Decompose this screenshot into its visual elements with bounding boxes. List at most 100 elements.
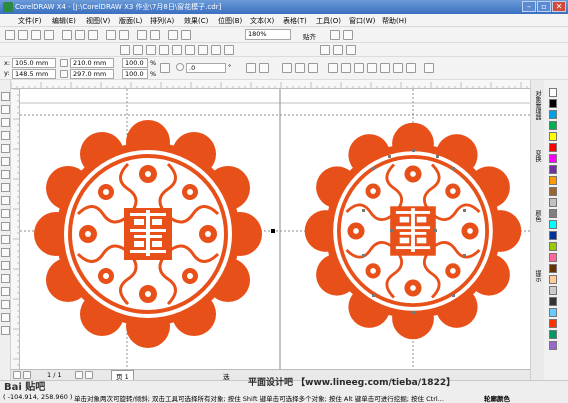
fill-tool-icon[interactable] <box>1 313 10 322</box>
x-position-field[interactable]: 105.0 mm <box>12 58 56 68</box>
palette-swatch[interactable] <box>549 319 557 328</box>
drawing-canvas[interactable] <box>20 89 530 369</box>
text-tool-icon[interactable] <box>1 222 10 231</box>
export-icon[interactable] <box>150 30 160 40</box>
import-icon[interactable] <box>137 30 147 40</box>
palette-swatch[interactable] <box>549 341 557 350</box>
zoom-tool-icon[interactable] <box>133 45 143 55</box>
undo-icon[interactable] <box>106 30 116 40</box>
create-boundary-icon[interactable] <box>406 63 416 73</box>
close-button[interactable]: ✕ <box>552 1 566 12</box>
next-page-icon[interactable] <box>75 371 83 379</box>
interactive-fill-icon[interactable] <box>346 45 356 55</box>
lock-ratio-icon[interactable] <box>160 63 170 73</box>
height-field[interactable]: 297.0 mm <box>70 69 114 79</box>
docker-tab-3[interactable]: 提示 <box>533 270 542 282</box>
weld-icon[interactable] <box>328 63 338 73</box>
menu-item-2[interactable]: 视图(V) <box>86 16 110 26</box>
polygon-tool-icon[interactable] <box>1 196 10 205</box>
paste-icon[interactable] <box>88 30 98 40</box>
shape-tool-icon[interactable] <box>120 45 130 55</box>
print-icon[interactable] <box>44 30 54 40</box>
menu-item-4[interactable]: 排列(A) <box>150 16 174 26</box>
palette-swatch[interactable] <box>549 275 557 284</box>
ellipse-tool-icon[interactable] <box>1 183 10 192</box>
eyedropper-icon[interactable] <box>1 287 10 296</box>
rectangle-tool-icon[interactable] <box>1 170 10 179</box>
pick-tool-icon[interactable] <box>1 92 10 101</box>
application-launcher-icon[interactable] <box>168 30 178 40</box>
crop-tool-icon[interactable] <box>1 118 10 127</box>
maximize-button[interactable]: ▫ <box>537 1 551 12</box>
y-position-field[interactable]: 148.5 mm <box>12 69 56 79</box>
menu-item-10[interactable]: 窗口(W) <box>349 16 375 26</box>
ungroup-icon[interactable] <box>295 63 305 73</box>
coreldraw-app-icon[interactable] <box>3 2 13 12</box>
docker-tab-2[interactable]: 颜色 <box>533 210 542 222</box>
horizontal-ruler[interactable] <box>11 80 530 89</box>
palette-swatch[interactable] <box>549 308 557 317</box>
palette-swatch[interactable] <box>549 110 557 119</box>
rotation-angle-field[interactable]: .0 <box>186 63 226 73</box>
menu-item-9[interactable]: 工具(O) <box>316 16 341 26</box>
palette-swatch[interactable] <box>549 264 557 273</box>
palette-swatch[interactable] <box>549 330 557 339</box>
trim-icon[interactable] <box>341 63 351 73</box>
rectangle-tool-icon[interactable] <box>159 45 169 55</box>
redo-icon[interactable] <box>119 30 129 40</box>
papercut-design-left[interactable] <box>34 120 262 348</box>
connector-tool-icon[interactable] <box>1 261 10 270</box>
table-tool-icon[interactable] <box>1 235 10 244</box>
menu-item-8[interactable]: 表格(T) <box>283 16 307 26</box>
palette-swatch[interactable] <box>549 88 557 97</box>
new-document-icon[interactable] <box>5 30 15 40</box>
mirror-horizontal-icon[interactable] <box>246 63 256 73</box>
palette-swatch[interactable] <box>549 187 557 196</box>
menu-item-3[interactable]: 版面(L) <box>119 16 142 26</box>
group-icon[interactable] <box>282 63 292 73</box>
smart-fill-icon[interactable] <box>1 157 10 166</box>
palette-swatch[interactable] <box>549 231 557 240</box>
zoom-tool-icon[interactable] <box>1 131 10 140</box>
menu-item-5[interactable]: 效果(C) <box>184 16 208 26</box>
palette-swatch[interactable] <box>549 242 557 251</box>
options-icon[interactable] <box>343 30 353 40</box>
cut-icon[interactable] <box>62 30 72 40</box>
palette-swatch[interactable] <box>549 121 557 130</box>
menu-item-6[interactable]: 位图(B) <box>218 16 242 26</box>
last-page-icon[interactable] <box>85 371 93 379</box>
papercut-design-right[interactable] <box>304 122 522 340</box>
freehand-tool-icon[interactable] <box>146 45 156 55</box>
palette-swatch[interactable] <box>549 198 557 207</box>
palette-swatch[interactable] <box>549 220 557 229</box>
menu-item-11[interactable]: 帮助(H) <box>382 16 407 26</box>
outline-pen-icon[interactable] <box>1 300 10 309</box>
blend-tool-icon[interactable] <box>1 274 10 283</box>
palette-swatch[interactable] <box>549 154 557 163</box>
blend-tool-icon[interactable] <box>320 45 330 55</box>
back-minus-front-icon[interactable] <box>393 63 403 73</box>
palette-swatch[interactable] <box>549 297 557 306</box>
freehand-tool-icon[interactable] <box>1 144 10 153</box>
palette-swatch[interactable] <box>549 132 557 141</box>
simplify-icon[interactable] <box>367 63 377 73</box>
polygon-tool-icon[interactable] <box>185 45 195 55</box>
palette-swatch[interactable] <box>549 143 557 152</box>
align-distribute-icon[interactable] <box>424 63 434 73</box>
copy-icon[interactable] <box>75 30 85 40</box>
palette-swatch[interactable] <box>549 176 557 185</box>
front-minus-back-icon[interactable] <box>380 63 390 73</box>
width-field[interactable]: 210.0 mm <box>70 58 114 68</box>
palette-swatch[interactable] <box>549 99 557 108</box>
menu-item-7[interactable]: 文本(X) <box>250 16 274 26</box>
palette-swatch[interactable] <box>549 286 557 295</box>
palette-swatch[interactable] <box>549 253 557 262</box>
vertical-ruler[interactable] <box>11 89 20 369</box>
basic-shapes-icon[interactable] <box>1 209 10 218</box>
snap-options-icon[interactable] <box>330 30 340 40</box>
mirror-vertical-icon[interactable] <box>259 63 269 73</box>
minimize-button[interactable]: – <box>522 1 536 12</box>
eyedropper-tool-icon[interactable] <box>333 45 343 55</box>
outline-tool-icon[interactable] <box>224 45 234 55</box>
zoom-level-field[interactable]: 180% <box>245 29 291 40</box>
